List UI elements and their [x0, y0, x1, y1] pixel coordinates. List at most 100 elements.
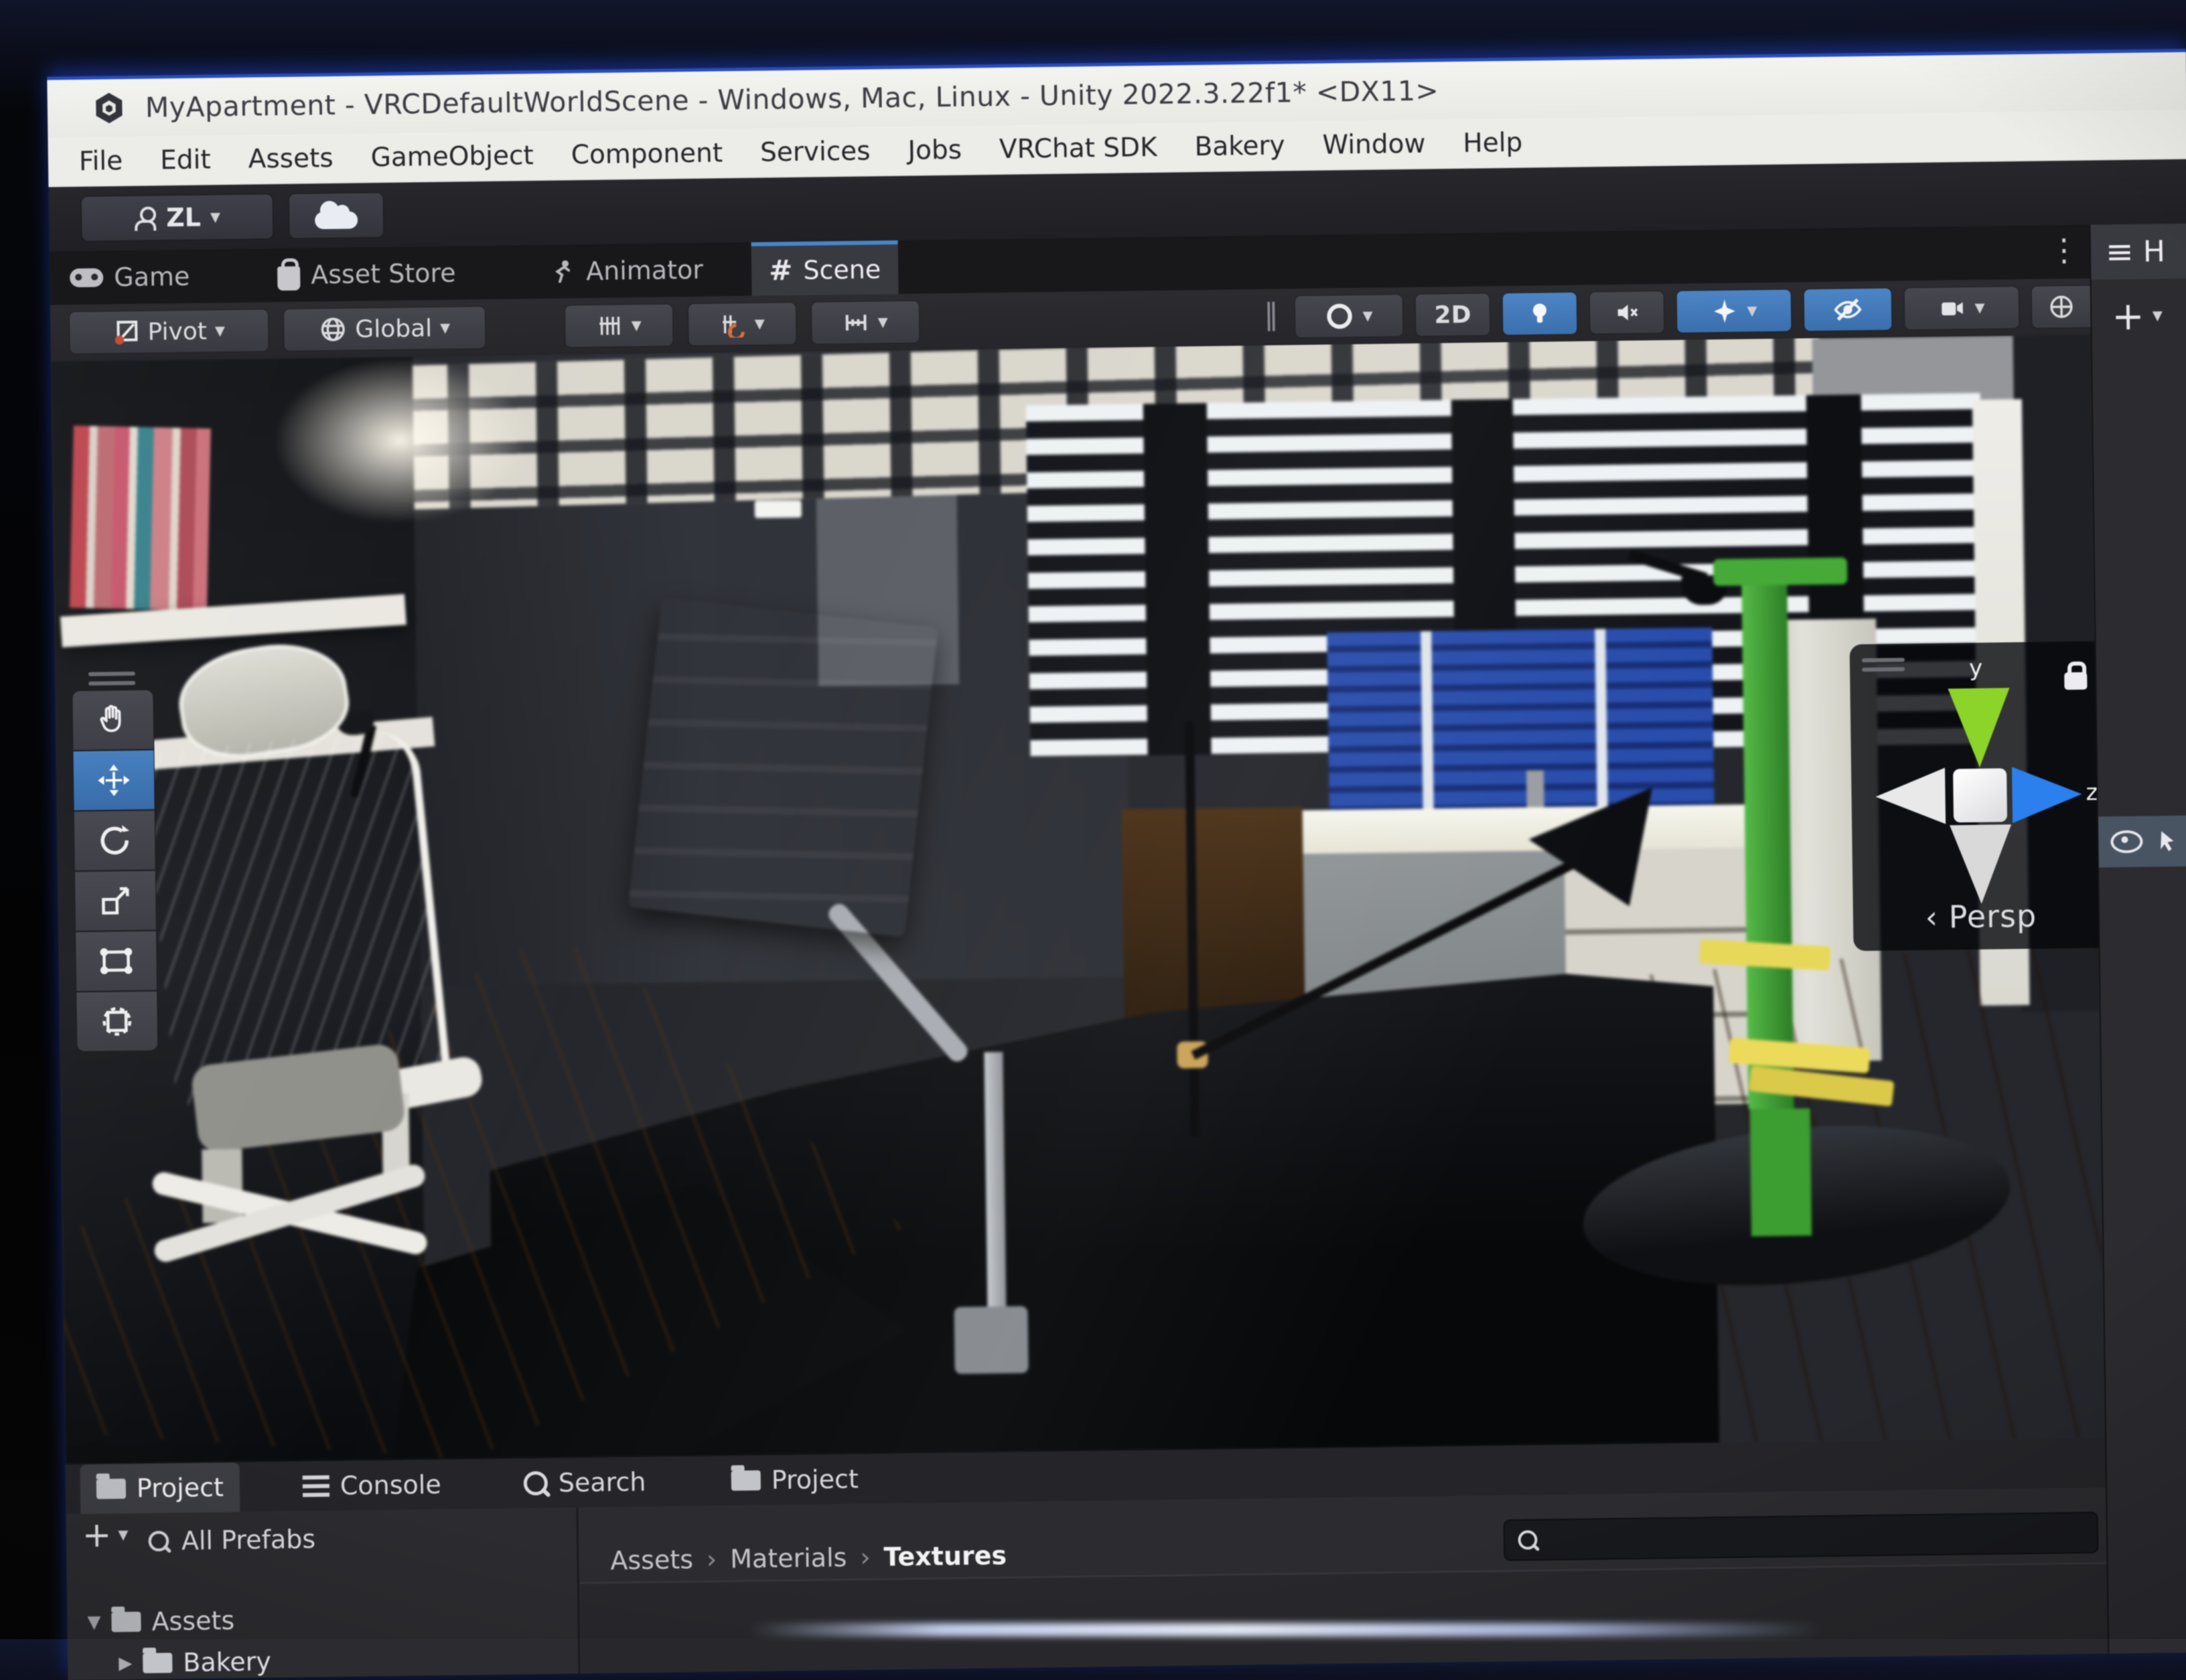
hierarchy-row-highlighted[interactable]	[2098, 816, 2186, 868]
create-asset-button[interactable]: + ▾	[82, 1517, 128, 1553]
gizmo-x-cone[interactable]	[1875, 768, 1946, 825]
breadcrumb: Assets › Materials › Textures	[610, 1541, 1007, 1576]
cloud-services-button[interactable]	[289, 192, 384, 239]
breadcrumb-textures[interactable]: Textures	[883, 1541, 1007, 1572]
kebab-menu-icon[interactable]: ⋮	[2049, 234, 2080, 266]
foldout-closed-icon[interactable]: ▶	[119, 1655, 132, 1672]
search-icon	[524, 1471, 548, 1495]
pick-cursor-icon[interactable]	[2153, 829, 2177, 853]
audio-toggle-button[interactable]	[1589, 291, 1665, 334]
effects-toggle-button[interactable]: ▾	[1676, 289, 1792, 333]
ruler-icon	[843, 309, 870, 337]
menu-component[interactable]: Component	[552, 138, 741, 171]
animator-icon	[549, 258, 576, 285]
unity-logo-icon	[92, 90, 127, 126]
chevron-down-icon: ▾	[210, 207, 220, 227]
chevron-down-icon: ▾	[631, 315, 641, 335]
menu-file[interactable]: File	[60, 146, 142, 177]
hand-tool-button[interactable]	[72, 690, 154, 751]
gizmos-button[interactable]	[2031, 285, 2092, 329]
tree-item-all-prefabs[interactable]: All Prefabs	[147, 1525, 316, 1556]
toolbar-separator: ‖	[1264, 300, 1279, 329]
menu-window[interactable]: Window	[1303, 129, 1444, 161]
camera-settings-button[interactable]: ▾	[1904, 286, 2020, 330]
global-toggle-button[interactable]: Global ▾	[283, 306, 486, 352]
rotate-tool-button[interactable]	[74, 810, 156, 872]
tab-scene[interactable]: # Scene	[751, 240, 899, 296]
pivot-toggle-button[interactable]: Pivot ▾	[69, 309, 269, 354]
transform-tool-button[interactable]	[76, 991, 158, 1053]
menu-gameobject[interactable]: GameObject	[352, 141, 553, 173]
gizmo-center-cube[interactable]	[1953, 768, 2007, 822]
gizmo-y-label: y	[1969, 655, 1983, 682]
account-icon	[134, 206, 157, 229]
scale-tool-button[interactable]	[74, 870, 157, 932]
plus-icon: +	[82, 1518, 111, 1553]
eye-slash-icon	[1833, 295, 1863, 325]
tools-drag-handle[interactable]	[72, 667, 152, 691]
breadcrumb-materials[interactable]: Materials	[730, 1543, 847, 1574]
lock-icon[interactable]	[2064, 672, 2087, 690]
tab-project-2[interactable]: Project	[715, 1454, 875, 1506]
scene-grid-icon: #	[769, 256, 793, 285]
menu-assets[interactable]: Assets	[229, 143, 352, 175]
menu-jobs[interactable]: Jobs	[889, 135, 980, 166]
chevron-down-icon: ▾	[215, 321, 225, 341]
project-search-field[interactable]	[1504, 1512, 2099, 1561]
menu-edit[interactable]: Edit	[141, 145, 230, 176]
scene-3d-render	[51, 335, 2105, 1465]
window-title: MyApartment - VRCDefaultWorldScene - Win…	[145, 74, 1439, 123]
tab-console[interactable]: Console	[286, 1460, 457, 1511]
snap-settings-button[interactable]: ▾	[688, 302, 797, 346]
scene-viewport[interactable]: y z ‹ Persp ▾	[51, 335, 2105, 1465]
draw-mode-button[interactable]: ▾	[1295, 294, 1404, 338]
unity-editor-window: MyApartment - VRCDefaultWorldScene - Win…	[47, 49, 2186, 1680]
gizmo-y-cone[interactable]	[1948, 688, 2011, 767]
chevron-left-icon: ‹	[1925, 899, 1938, 935]
scale-icon	[97, 883, 134, 919]
grid-axes-icon	[596, 312, 624, 339]
menu-bakery[interactable]: Bakery	[1175, 131, 1304, 162]
menu-services[interactable]: Services	[741, 136, 889, 168]
scene-monitor	[628, 597, 938, 937]
tab-game[interactable]: Game	[70, 250, 190, 305]
tree-item-assets[interactable]: ▼ Assets	[87, 1606, 234, 1637]
grid-visibility-button[interactable]: ▾	[565, 303, 674, 348]
tab-asset-store[interactable]: Asset Store	[277, 246, 456, 302]
hamburger-icon: ≡	[2106, 235, 2134, 269]
chevron-down-icon: ▾	[877, 312, 887, 332]
eye-icon[interactable]	[2110, 830, 2142, 854]
game-icon	[70, 269, 103, 288]
project-panel: Project Console Search Project + ▾ All	[65, 1438, 2108, 1680]
search-icon	[1518, 1530, 1537, 1549]
folder-open-icon	[111, 1612, 141, 1632]
menu-vrchat-sdk[interactable]: VRChat SDK	[980, 133, 1176, 165]
gizmo-down-cone[interactable]	[1950, 824, 2013, 904]
tab-project[interactable]: Project	[80, 1462, 240, 1514]
rect-tool-button[interactable]	[75, 931, 157, 992]
2d-toggle-button[interactable]: 2D	[1415, 293, 1491, 336]
folder-icon	[731, 1470, 761, 1491]
account-button[interactable]: ZL ▾	[81, 194, 274, 242]
hierarchy-create-button[interactable]: + ▾	[2112, 296, 2186, 336]
menu-help[interactable]: Help	[1444, 127, 1541, 159]
cloud-icon	[315, 212, 358, 230]
breadcrumb-assets[interactable]: Assets	[610, 1545, 693, 1576]
rotate-icon	[96, 822, 133, 859]
lighting-toggle-button[interactable]	[1502, 292, 1578, 335]
increment-snap-button[interactable]: ▾	[811, 301, 920, 345]
move-tool-button[interactable]	[72, 750, 155, 812]
gizmo-drag-handle[interactable]	[1862, 653, 1905, 676]
gizmo-persp-label[interactable]: ‹ Persp	[1853, 897, 2106, 936]
scene-orientation-gizmo[interactable]: y z ‹ Persp	[1850, 641, 2106, 951]
project-search-input[interactable]	[1549, 1519, 2097, 1554]
hierarchy-header-tab[interactable]: ≡ H	[2090, 224, 2186, 280]
foldout-open-icon[interactable]: ▼	[87, 1614, 100, 1631]
gizmo-z-cone[interactable]	[2012, 766, 2082, 823]
scene-visibility-button[interactable]	[1804, 288, 1893, 332]
folder-icon	[143, 1653, 172, 1673]
tab-search[interactable]: Search	[507, 1457, 662, 1509]
tab-animator[interactable]: Animator	[549, 243, 704, 299]
effects-star-icon	[1710, 297, 1739, 326]
tree-item-bakery[interactable]: ▶ Bakery	[119, 1647, 271, 1678]
